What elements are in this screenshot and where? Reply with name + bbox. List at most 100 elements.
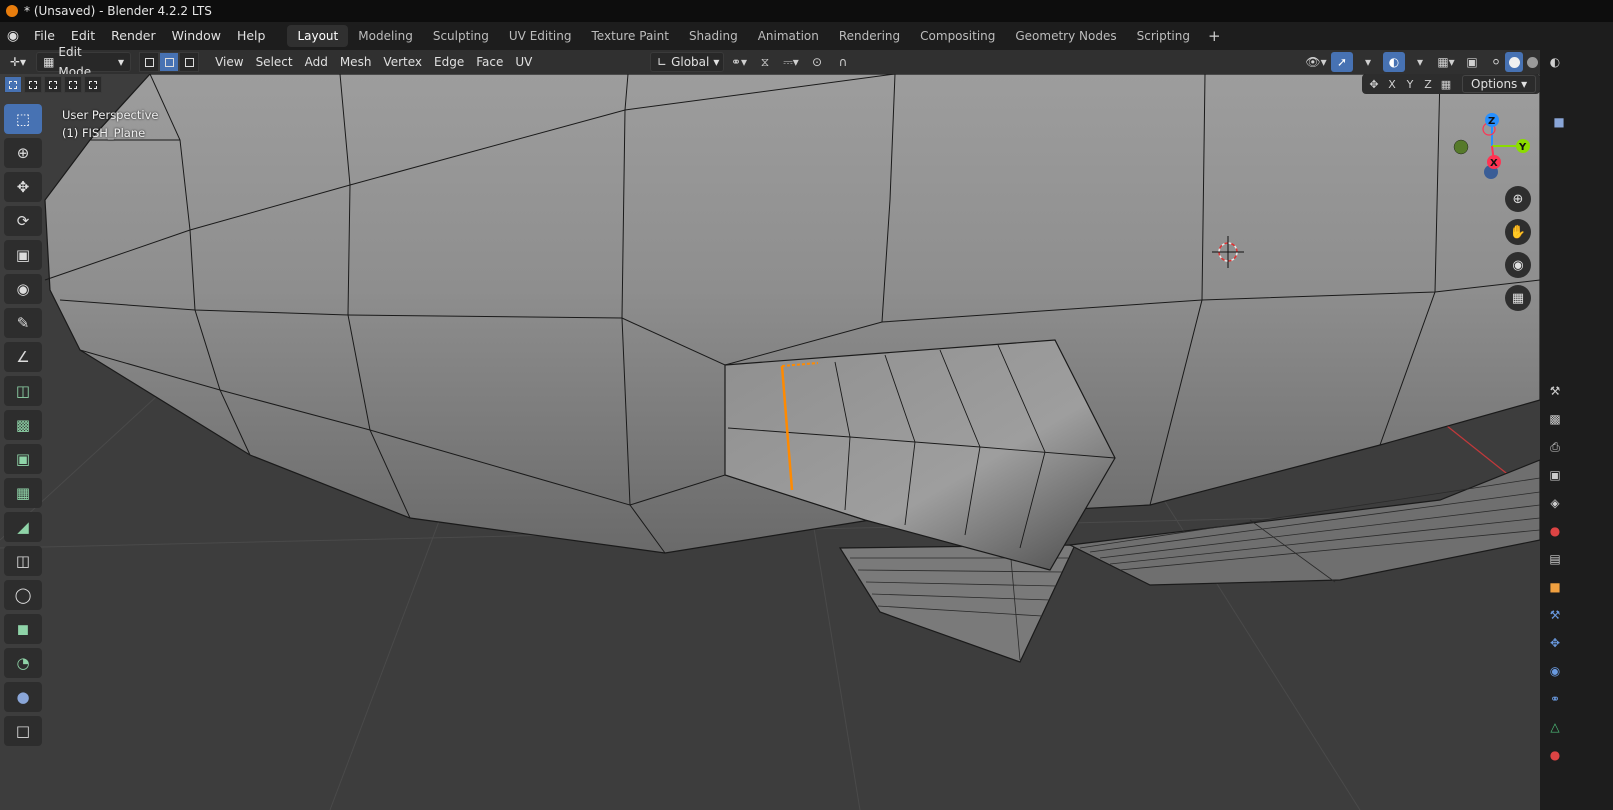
physics-tab-icon[interactable]: ◉ (1544, 660, 1566, 682)
mode-selector[interactable]: ▦ Edit Mode ▾ (36, 45, 132, 79)
editor-type-icon[interactable]: ✛▾ (4, 52, 32, 72)
collection-tab-icon[interactable]: ▤ (1544, 548, 1566, 570)
pivot-point-icon[interactable]: ⚭▾ (728, 52, 750, 72)
menu-face[interactable]: Face (470, 52, 509, 72)
add-workspace-button[interactable]: + (1200, 27, 1229, 45)
menu-mesh[interactable]: Mesh (334, 52, 378, 72)
menu-window[interactable]: Window (164, 22, 229, 50)
axis-y-toggle[interactable]: Y (1402, 78, 1418, 91)
select-subtract-button[interactable] (44, 76, 62, 93)
ortho-grid-icon[interactable]: ▦ (1505, 285, 1531, 311)
tab-sculpting[interactable]: Sculpting (423, 25, 499, 47)
vertex-select-button[interactable] (139, 52, 160, 72)
properties-tabs: ⚒ ▩ ⎙ ▣ ◈ ● ▤ ■ ⚒ ✥ ◉ ⚭ △ ● (1544, 380, 1566, 766)
data-tab-icon[interactable]: △ (1544, 716, 1566, 738)
menu-file[interactable]: File (26, 22, 63, 50)
menu-select[interactable]: Select (250, 52, 299, 72)
measure-tool-icon[interactable]: ∠ (4, 342, 42, 372)
mirror-icon[interactable]: ✥ (1366, 78, 1382, 91)
gizmo-toggle-icon[interactable]: ➚ (1331, 52, 1353, 72)
tool-tab-icon[interactable]: ⚒ (1544, 380, 1566, 402)
scale-tool-icon[interactable]: ▣ (4, 240, 42, 270)
tab-uv-editing[interactable]: UV Editing (499, 25, 582, 47)
select-extend-button[interactable] (24, 76, 42, 93)
move-tool-icon[interactable]: ✥ (4, 172, 42, 202)
editor-type-right-icon[interactable]: ◐ (1544, 52, 1566, 72)
snap-target-icon[interactable]: ⎓▾ (780, 52, 802, 72)
axis-z-toggle[interactable]: Z (1420, 78, 1436, 91)
world-tab-icon[interactable]: ● (1544, 520, 1566, 542)
shrink-fatten-tool-icon[interactable]: □ (4, 716, 42, 746)
object-tab-icon[interactable]: ■ (1544, 576, 1566, 598)
cursor-tool-icon[interactable]: ⊕ (4, 138, 42, 168)
falloff-icon[interactable]: ∩ (832, 52, 854, 72)
loop-cut-tool-icon[interactable]: ◫ (4, 546, 42, 576)
extrude-region-tool-icon[interactable]: ▣ (4, 444, 42, 474)
wireframe-shading-icon[interactable]: ⚪ (1487, 52, 1505, 72)
view-layer-tab-icon[interactable]: ▣ (1544, 464, 1566, 486)
bevel-tool-icon[interactable]: ◢ (4, 512, 42, 542)
solid-shading-icon[interactable] (1505, 52, 1523, 72)
material-tab-icon[interactable]: ● (1544, 744, 1566, 766)
tab-animation[interactable]: Animation (748, 25, 829, 47)
add-cylinder-tool-icon[interactable]: ▩ (4, 410, 42, 440)
tab-texture-paint[interactable]: Texture Paint (582, 25, 679, 47)
add-cube-tool-icon[interactable]: ◫ (4, 376, 42, 406)
outliner-toggle-icon[interactable]: ■ (1548, 112, 1570, 132)
select-new-button[interactable] (4, 76, 22, 93)
particles-tab-icon[interactable]: ✥ (1544, 632, 1566, 654)
gizmo-dropdown-icon[interactable]: ▾ (1357, 52, 1379, 72)
proportional-edit-icon[interactable]: ⊙ (806, 52, 828, 72)
render-tab-icon[interactable]: ▩ (1544, 408, 1566, 430)
blender-menu-icon[interactable]: ◉ (0, 28, 26, 44)
menu-view[interactable]: View (209, 52, 249, 72)
pan-hand-icon[interactable]: ✋ (1505, 219, 1531, 245)
annotate-tool-icon[interactable]: ✎ (4, 308, 42, 338)
modifier-tab-icon[interactable]: ⚒ (1544, 604, 1566, 626)
transform-tool-icon[interactable]: ◉ (4, 274, 42, 304)
menu-vertex[interactable]: Vertex (377, 52, 428, 72)
tab-compositing[interactable]: Compositing (910, 25, 1005, 47)
overlays-toggle-icon[interactable]: ◐ (1383, 52, 1405, 72)
xray-toggle-icon[interactable]: ▣ (1461, 52, 1483, 72)
vertex-select-icon (144, 57, 154, 67)
tab-layout[interactable]: Layout (287, 25, 349, 47)
tab-shading[interactable]: Shading (679, 25, 748, 47)
menu-add[interactable]: Add (299, 52, 334, 72)
auto-merge-icon[interactable]: ▦ (1438, 78, 1454, 91)
select-invert-button[interactable] (64, 76, 82, 93)
visibility-icon[interactable]: 👁▾ (1305, 52, 1327, 72)
left-toolbar: ⬚ ⊕ ✥ ⟳ ▣ ◉ ✎ ∠ ◫ ▩ ▣ ▦ ◢ ◫ ◯ ◼ ◔ ● □ (4, 104, 46, 746)
rotate-tool-icon[interactable]: ⟳ (4, 206, 42, 236)
menu-help[interactable]: Help (229, 22, 274, 50)
poly-build-tool-icon[interactable]: ◼ (4, 614, 42, 644)
mesh-edit-overlays-icon[interactable]: ▦▾ (1435, 52, 1457, 72)
camera-view-icon[interactable]: ◉ (1505, 252, 1531, 278)
axis-x-toggle[interactable]: X (1384, 78, 1400, 91)
output-tab-icon[interactable]: ⎙ (1544, 436, 1566, 458)
overlays-dropdown-icon[interactable]: ▾ (1409, 52, 1431, 72)
neg-y-axis-dot[interactable] (1453, 139, 1469, 155)
edge-select-button[interactable] (159, 52, 180, 72)
select-intersect-button[interactable] (84, 76, 102, 93)
knife-tool-icon[interactable]: ◯ (4, 580, 42, 610)
transform-orientation-dropdown[interactable]: ∟ Global ▾ (650, 52, 724, 72)
3d-viewport[interactable]: Z Y X (0, 74, 1540, 810)
spin-tool-icon[interactable]: ◔ (4, 648, 42, 678)
tab-modeling[interactable]: Modeling (348, 25, 423, 47)
tab-rendering[interactable]: Rendering (829, 25, 910, 47)
inset-faces-tool-icon[interactable]: ▦ (4, 478, 42, 508)
zoom-icon[interactable]: ⊕ (1505, 186, 1531, 212)
menu-edge[interactable]: Edge (428, 52, 470, 72)
tab-geometry-nodes[interactable]: Geometry Nodes (1005, 25, 1126, 47)
material-shading-icon[interactable] (1523, 52, 1541, 72)
smooth-tool-icon[interactable]: ● (4, 682, 42, 712)
face-select-button[interactable] (179, 52, 200, 72)
select-box-tool-icon[interactable]: ⬚ (4, 104, 42, 134)
scene-tab-icon[interactable]: ◈ (1544, 492, 1566, 514)
tab-scripting[interactable]: Scripting (1127, 25, 1200, 47)
constraints-tab-icon[interactable]: ⚭ (1544, 688, 1566, 710)
snap-icon[interactable]: ⧖ (754, 52, 776, 72)
options-dropdown[interactable]: Options ▾ (1462, 75, 1537, 93)
menu-uv[interactable]: UV (509, 52, 538, 72)
